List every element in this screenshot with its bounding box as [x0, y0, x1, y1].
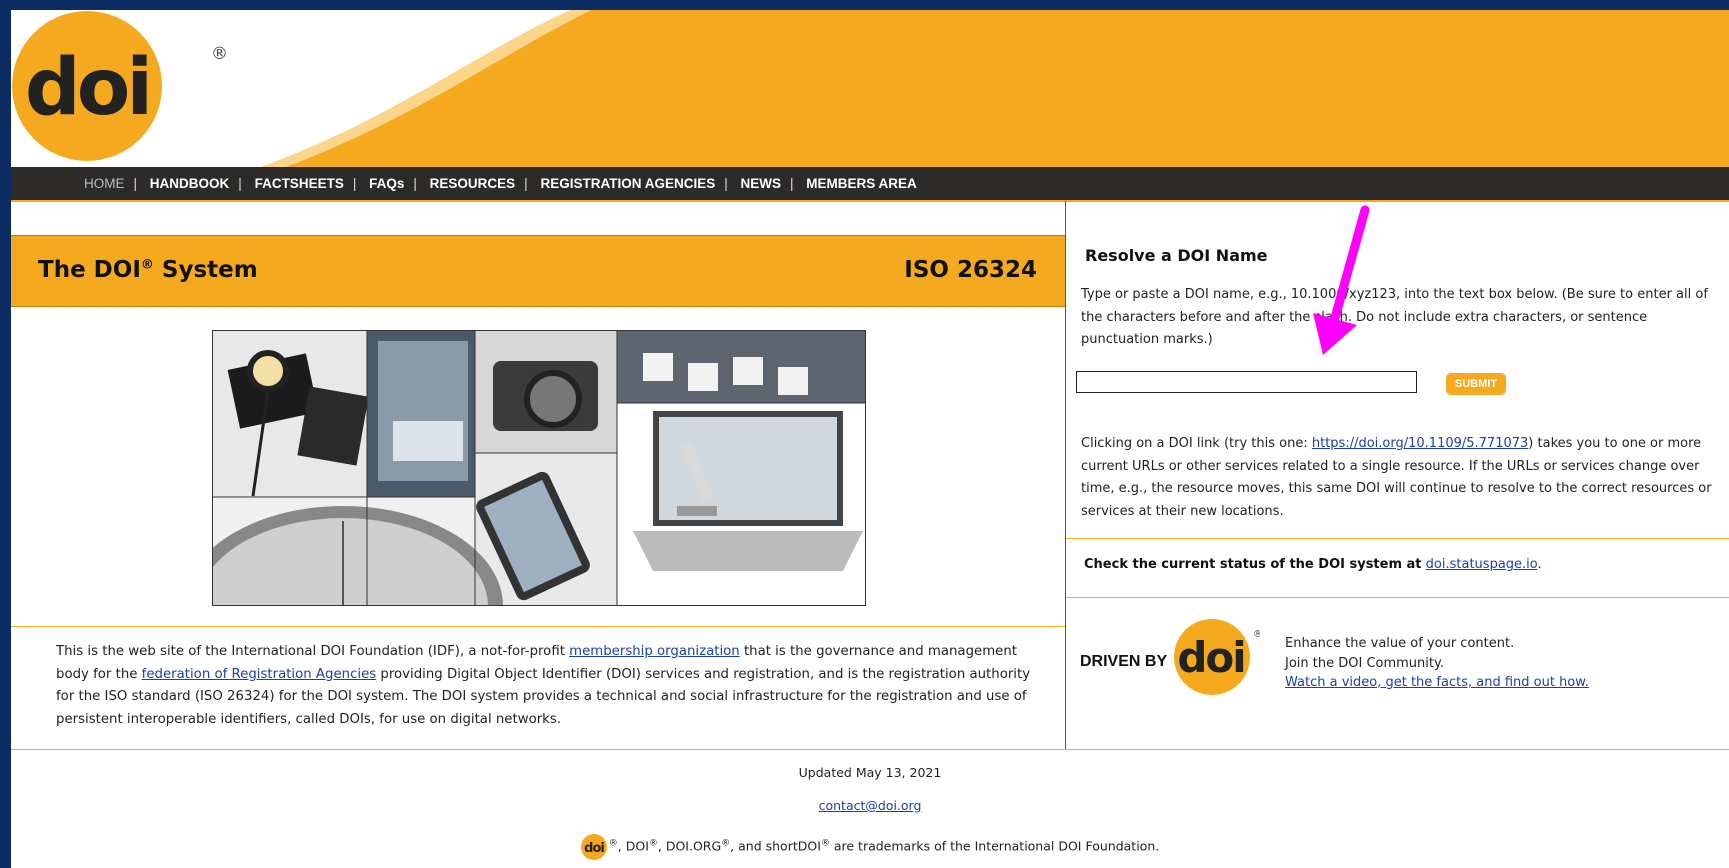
- membership-organization-link[interactable]: membership organization: [569, 644, 740, 659]
- nav-handbook[interactable]: HANDBOOK: [150, 176, 230, 191]
- svg-text:doi: doi: [1177, 633, 1244, 682]
- resolve-heading: Resolve a DOI Name: [1085, 246, 1268, 265]
- nav-news[interactable]: NEWS: [741, 176, 782, 191]
- page: doi ® HOME | HANDBOOK | FACTSHEETS | FAQs | …: [11, 10, 1729, 868]
- svg-text:doi: doi: [584, 841, 604, 856]
- svg-text:®: ®: [1253, 629, 1260, 640]
- intro-paragraph: This is the web site of the Internationa…: [56, 644, 1031, 727]
- title-bar: The DOI® System ISO 26324: [11, 235, 1065, 307]
- resolve-panel: Resolve a DOI Name Type or paste a DOI n…: [1066, 201, 1729, 749]
- technology-collage-image: [212, 330, 866, 606]
- iso-label: ISO 26324: [904, 257, 1037, 283]
- nav-faqs[interactable]: FAQs: [369, 176, 404, 191]
- nav-members-area[interactable]: MEMBERS AREA: [806, 176, 917, 191]
- annotation-arrow-icon: [1313, 205, 1370, 355]
- nav-factsheets[interactable]: FACTSHEETS: [255, 176, 344, 191]
- resolve-instructions: Type or paste a DOI name, e.g., 10.1000/…: [1081, 287, 1708, 347]
- contact-line: contact@doi.org: [11, 798, 1729, 813]
- main-content: The DOI® System ISO 26324 This is the we…: [11, 201, 1065, 749]
- system-status: Check the current status of the DOI syst…: [1084, 557, 1542, 572]
- header-banner: doi ®: [11, 10, 1729, 167]
- divider: [11, 749, 1729, 750]
- doi-logo[interactable]: doi: [11, 10, 176, 167]
- driven-by-doi-logo[interactable]: DRIVEN BY doi ®: [1080, 617, 1260, 697]
- doi-link-explanation: Clicking on a DOI link (try this one: ht…: [1081, 436, 1712, 519]
- contact-email-link[interactable]: contact@doi.org: [819, 798, 922, 813]
- logo-text: doi: [25, 43, 149, 133]
- nav-resources[interactable]: RESOURCES: [430, 176, 516, 191]
- nav-registration-agencies[interactable]: REGISTRATION AGENCIES: [540, 176, 715, 191]
- main-nav: HOME | HANDBOOK | FACTSHEETS | FAQs | RESOUR…: [11, 167, 1729, 202]
- submit-button[interactable]: SUBMIT: [1446, 373, 1506, 395]
- divider: [1066, 597, 1729, 598]
- divider: [11, 626, 1065, 627]
- doi-name-input[interactable]: [1076, 371, 1417, 393]
- trademark-notice: doi ®, DOI®, DOI.ORG®, and shortDOI® are …: [11, 834, 1729, 860]
- banner-swoosh: [11, 10, 591, 167]
- example-doi-link[interactable]: https://doi.org/10.1109/5.771073: [1312, 436, 1528, 451]
- enhance-text: Enhance the value of your content. Join …: [1285, 636, 1589, 690]
- divider: [1066, 538, 1729, 539]
- driven-by-text: DRIVEN BY: [1080, 653, 1167, 670]
- updated-date: Updated May 13, 2021: [798, 765, 942, 780]
- nav-home[interactable]: HOME: [84, 176, 125, 191]
- watch-video-link[interactable]: Watch a video, get the facts, and find o…: [1285, 675, 1589, 690]
- statuspage-link[interactable]: doi.statuspage.io: [1426, 557, 1538, 572]
- page-title: The DOI® System: [38, 257, 258, 283]
- doi-mini-logo: doi: [580, 834, 607, 860]
- registration-agencies-link[interactable]: federation of Registration Agencies: [142, 667, 377, 682]
- logo-registered-mark: ®: [211, 44, 228, 64]
